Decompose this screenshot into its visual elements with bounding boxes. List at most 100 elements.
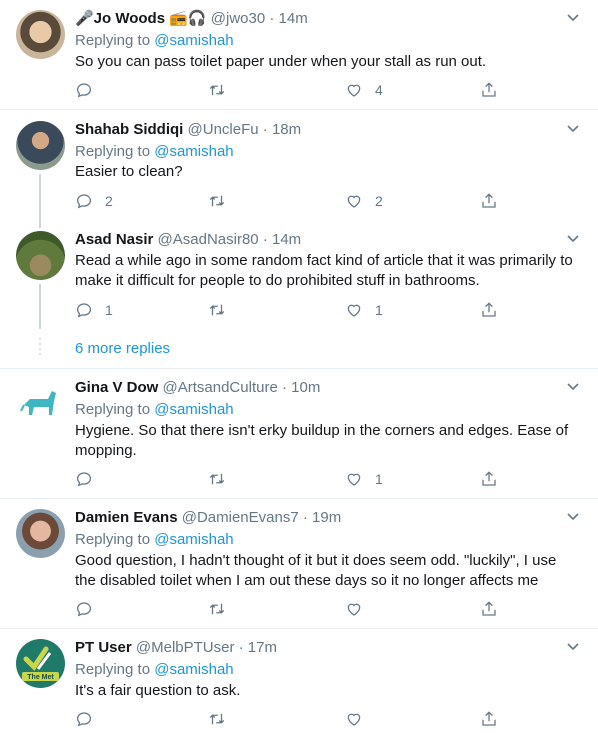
retweet-icon [209, 304, 225, 316]
user-handle[interactable]: @DamienEvans7 [182, 509, 299, 526]
retweet-button[interactable] [208, 80, 238, 100]
retweet-button[interactable] [208, 709, 238, 729]
timestamp[interactable]: 14m [279, 10, 308, 27]
avatar[interactable] [16, 509, 65, 558]
chevron-down-icon[interactable] [566, 13, 580, 23]
separator-dot: · [269, 10, 275, 27]
share-button[interactable] [480, 191, 498, 211]
more-replies-link[interactable]: 6 more replies [75, 340, 170, 357]
reply-button[interactable] [75, 709, 105, 729]
share-icon [482, 471, 496, 486]
user-handle[interactable]: @UncleFu [188, 121, 259, 138]
like-button[interactable]: 2 [345, 191, 383, 211]
tweet-text: So you can pass toilet paper under when … [75, 53, 487, 70]
tweet-header: Asad Nasir @AsadNasir80 · 14m [75, 230, 301, 250]
tweet-text: It's a fair question to ask. [75, 682, 241, 699]
avatar[interactable] [16, 377, 65, 426]
display-name[interactable]: Gina V Dow [75, 379, 158, 396]
user-handle[interactable]: @jwo30 [211, 10, 265, 27]
retweet-button[interactable] [208, 469, 238, 489]
heart-icon [347, 195, 361, 208]
chevron-down-icon[interactable] [566, 124, 580, 134]
heart-icon [347, 84, 361, 97]
share-icon [482, 82, 496, 97]
user-handle[interactable]: @MelbPTUser [136, 639, 235, 656]
mention-link[interactable]: @samishah [154, 143, 233, 160]
heart-icon [347, 304, 361, 317]
like-button[interactable] [345, 599, 375, 619]
tweet: Damien Evans @DamienEvans7 · 19m Replyin… [0, 499, 598, 628]
separator-dot: · [262, 231, 268, 248]
display-name[interactable]: PT User [75, 639, 132, 656]
reply-button[interactable]: 1 [75, 300, 113, 320]
replying-to: Replying to @samishah [75, 143, 234, 160]
retweet-icon [209, 473, 225, 485]
share-button[interactable] [480, 80, 498, 100]
tweet-text: Hygiene. So that there isn't erky buildu… [75, 422, 569, 459]
display-name[interactable]: Damien Evans [75, 509, 178, 526]
display-name[interactable]: Shahab Siddiqi [75, 121, 183, 138]
chevron-down-icon[interactable] [566, 512, 580, 522]
reply-icon [76, 472, 92, 487]
tweet-actions: 1 1 [75, 300, 505, 320]
tweet: Asad Nasir @AsadNasir80 · 14m Read a whi… [0, 228, 598, 368]
like-button[interactable]: 1 [345, 469, 383, 489]
timestamp[interactable]: 18m [272, 121, 301, 138]
reply-button[interactable]: 2 [75, 191, 113, 211]
timestamp[interactable]: 14m [272, 231, 301, 248]
avatar[interactable] [16, 121, 65, 170]
like-button[interactable] [345, 709, 375, 729]
chevron-down-icon[interactable] [566, 642, 580, 652]
display-name[interactable]: Asad Nasir [75, 231, 153, 248]
avatar[interactable] [16, 231, 65, 280]
heart-icon [347, 713, 361, 726]
separator-dot: · [281, 379, 287, 396]
like-button[interactable]: 1 [345, 300, 383, 320]
tweet-header: Gina V Dow @ArtsandCulture · 10m [75, 378, 320, 398]
reply-button[interactable] [75, 469, 105, 489]
timestamp[interactable]: 19m [312, 509, 341, 526]
retweet-button[interactable] [208, 599, 238, 619]
retweet-button[interactable] [208, 191, 238, 211]
display-name[interactable]: 🎤Jo Woods 📻🎧 [75, 10, 207, 27]
reply-button[interactable] [75, 599, 105, 619]
mention-link[interactable]: @samishah [154, 32, 233, 49]
avatar[interactable] [16, 10, 65, 59]
reply-count: 2 [105, 193, 113, 209]
heart-icon [347, 473, 361, 486]
chevron-down-icon[interactable] [566, 382, 580, 392]
share-button[interactable] [480, 599, 498, 619]
user-handle[interactable]: @AsadNasir80 [158, 231, 259, 248]
tweet-header: Damien Evans @DamienEvans7 · 19m [75, 508, 341, 528]
share-button[interactable] [480, 469, 498, 489]
share-button[interactable] [480, 300, 498, 320]
replying-to: Replying to @samishah [75, 661, 234, 678]
tweet: The Met PT User @MelbPTUser · 17m Replyi… [0, 629, 598, 733]
mention-link[interactable]: @samishah [154, 531, 233, 548]
like-count: 1 [375, 302, 383, 318]
tweet-actions: 1 [75, 469, 505, 489]
tweet-text: Read a while ago in some random fact kin… [75, 252, 573, 289]
heart-icon [347, 603, 361, 616]
mention-link[interactable]: @samishah [154, 401, 233, 418]
avatar[interactable]: The Met [16, 639, 65, 688]
user-handle[interactable]: @ArtsandCulture [163, 379, 278, 396]
share-button[interactable] [480, 709, 498, 729]
like-count: 1 [375, 471, 383, 487]
like-count: 2 [375, 193, 383, 209]
like-count: 4 [375, 82, 383, 98]
tweet-actions: 4 [75, 80, 505, 100]
tweet-text: Good question, I hadn't thought of it bu… [75, 552, 557, 589]
replying-to: Replying to @samishah [75, 531, 234, 548]
tweet-header: 🎤Jo Woods 📻🎧 @jwo30 · 14m [75, 9, 308, 29]
separator-dot: · [238, 639, 244, 656]
like-button[interactable]: 4 [345, 80, 383, 100]
reply-button[interactable] [75, 80, 105, 100]
share-icon [482, 711, 496, 726]
retweet-button[interactable] [208, 300, 238, 320]
chevron-down-icon[interactable] [566, 234, 580, 244]
timestamp[interactable]: 10m [291, 379, 320, 396]
tweet: Gina V Dow @ArtsandCulture · 10m Replyin… [0, 369, 598, 498]
timestamp[interactable]: 17m [248, 639, 277, 656]
mention-link[interactable]: @samishah [154, 661, 233, 678]
